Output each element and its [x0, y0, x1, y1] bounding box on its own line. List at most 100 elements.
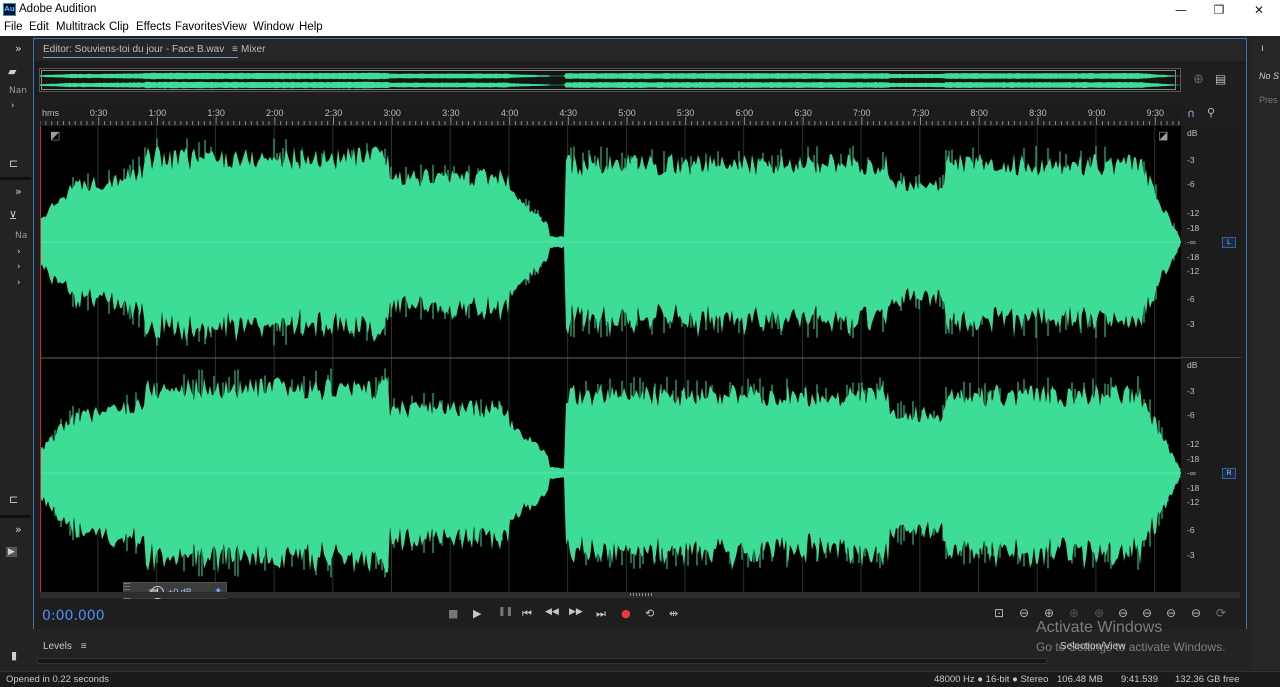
- fade-in-handle-icon[interactable]: ◩: [50, 129, 60, 142]
- menu-clip[interactable]: Clip: [109, 21, 129, 33]
- expand-panel-icon[interactable]: »: [15, 523, 22, 536]
- tab-menu-icon[interactable]: ≡: [232, 44, 238, 55]
- db-tick-label: -12: [1187, 439, 1200, 449]
- no-selection-label: No S: [1259, 71, 1280, 81]
- ruler-label: 2:30: [324, 108, 343, 118]
- zoom-reset-icon[interactable]: ⟳: [1216, 606, 1226, 620]
- menu-favorites[interactable]: Favorites: [175, 21, 222, 33]
- rewind-button[interactable]: ◀◀: [545, 607, 559, 617]
- stop-button[interactable]: ■: [448, 607, 458, 620]
- tab-mixer[interactable]: Mixer: [241, 44, 265, 55]
- panel-collapse-icon[interactable]: ı: [1261, 43, 1264, 54]
- expand-panel-icon[interactable]: »: [15, 42, 22, 55]
- ruler-label: 1:00: [148, 108, 167, 118]
- level-meter: [37, 658, 1047, 664]
- stereo-waveform: [40, 126, 1181, 592]
- go-to-end-button[interactable]: ⏭: [596, 607, 606, 621]
- skip-selection-button[interactable]: ⇹: [669, 607, 678, 620]
- expand-arrow-icon[interactable]: ›: [17, 262, 21, 272]
- overview-toggle-icon[interactable]: ▤: [1215, 72, 1226, 86]
- horizontal-scrollbar[interactable]: [40, 592, 1240, 598]
- waveform-display[interactable]: ◩ ◪: [40, 126, 1181, 592]
- zoom-navigator-icon[interactable]: ⊕: [1193, 72, 1204, 87]
- ruler-label: 0:30: [89, 108, 108, 118]
- zoom-out-amplitude-icon[interactable]: ⊖: [1019, 606, 1029, 620]
- go-to-start-button[interactable]: ⏮: [522, 607, 532, 621]
- record-button[interactable]: ●: [621, 607, 631, 620]
- overview-navigator[interactable]: [39, 68, 1181, 92]
- maximize-button[interactable]: ❐: [1199, 0, 1239, 20]
- expand-arrow-icon[interactable]: ›: [17, 247, 21, 257]
- menu-effects[interactable]: Effects: [136, 21, 171, 33]
- import-icon[interactable]: ⊏: [9, 157, 18, 170]
- zoom-full-icon[interactable]: ⊕: [1094, 606, 1104, 620]
- scroll-grip[interactable]: [630, 593, 652, 596]
- zoom-out-time-icon[interactable]: ⊕: [1069, 606, 1079, 620]
- db-tick-label: -3: [1187, 155, 1195, 165]
- expand-arrow-icon[interactable]: ›: [17, 278, 21, 288]
- menu-edit[interactable]: Edit: [29, 21, 49, 33]
- pause-button[interactable]: ❚❚: [498, 607, 513, 617]
- effects-rack-icon[interactable]: ⊻: [9, 209, 17, 222]
- presets-label: Pres: [1259, 95, 1278, 105]
- ruler-label: 6:30: [794, 108, 812, 118]
- minimize-button[interactable]: —: [1161, 0, 1201, 20]
- zoom-selection-icon[interactable]: ⊖: [1166, 606, 1176, 620]
- ruler-label: 7:00: [853, 108, 871, 118]
- menu-multitrack[interactable]: Multitrack: [56, 21, 105, 33]
- channel-divider: [1181, 357, 1241, 358]
- activation-watermark-subtitle: Go to Settings to activate Windows.: [1036, 640, 1226, 654]
- audition-app-icon: Au: [3, 3, 16, 16]
- overview-view-range[interactable]: [41, 70, 1176, 90]
- ruler-label: 5:00: [618, 108, 636, 118]
- right-channel-badge[interactable]: R: [1222, 468, 1236, 479]
- marker-icon[interactable]: ⚲: [1207, 106, 1215, 119]
- zoom-in-time-icon[interactable]: ⊕: [1044, 606, 1054, 620]
- window-title: Adobe Audition: [19, 3, 97, 15]
- expand-arrow-icon[interactable]: ›: [11, 101, 15, 111]
- amplitude-scale: dB -3 -6 -12 -18 -∞ -18 -12 -6 -3 L dB -…: [1181, 126, 1241, 592]
- db-tick-label: -6: [1187, 179, 1195, 189]
- menu-view[interactable]: View: [222, 21, 247, 33]
- zoom-out-point-icon[interactable]: ⊖: [1142, 606, 1152, 620]
- levels-menu-icon[interactable]: ≡: [81, 641, 87, 652]
- db-tick-label: -6: [1187, 525, 1195, 535]
- menu-help[interactable]: Help: [299, 21, 323, 33]
- effects-panel-label: Na: [15, 231, 28, 241]
- disk-free: 132.36 GB free: [1175, 674, 1240, 685]
- ruler-label: 2:00: [266, 108, 284, 118]
- menu-window[interactable]: Window: [253, 21, 294, 33]
- import-icon[interactable]: ⊏: [9, 493, 18, 506]
- zoom-playhead-icon[interactable]: ⊖: [1191, 606, 1201, 620]
- headphones-icon[interactable]: ∩: [1187, 107, 1195, 120]
- menu-file[interactable]: File: [4, 21, 23, 33]
- expand-panel-icon[interactable]: »: [15, 185, 22, 198]
- db-tick-label: -3: [1187, 550, 1195, 560]
- db-tick-label: -3: [1187, 386, 1195, 396]
- db-unit-label: dB: [1187, 360, 1198, 370]
- left-channel-badge[interactable]: L: [1222, 237, 1236, 248]
- timeline-ruler[interactable]: hms 0:30 1:00 1:30 2:00 2:30 3:00 3:30 4:00 4:30 5…: [39, 105, 1209, 125]
- zoom-in-point-icon[interactable]: ⊖: [1118, 606, 1128, 620]
- db-tick-label: -3: [1187, 319, 1195, 329]
- tab-editor[interactable]: Editor: Souviens-toi du jour - Face B.wa…: [43, 44, 238, 58]
- tab-levels[interactable]: Levels ≡: [43, 641, 87, 652]
- zoom-in-amplitude-icon[interactable]: ⊡: [994, 606, 1004, 620]
- db-tick-label: -18: [1187, 252, 1200, 262]
- db-tick-label: -18: [1187, 223, 1200, 233]
- ruler-label: 6:00: [735, 108, 754, 118]
- open-folder-icon[interactable]: ▰: [8, 65, 16, 78]
- waveform-editor-panel: Editor: Souviens-toi du jour - Face B.wa…: [33, 38, 1247, 629]
- editor-tab-bar: Editor: Souviens-toi du jour - Face B.wa…: [34, 39, 1246, 61]
- play-icon[interactable]: ▶: [6, 547, 17, 557]
- fade-out-handle-icon[interactable]: ◪: [1158, 129, 1168, 142]
- close-button[interactable]: ✕: [1239, 0, 1279, 20]
- play-button[interactable]: ▶: [473, 607, 481, 620]
- file-size: 106.48 MB: [1057, 674, 1103, 685]
- fast-forward-button[interactable]: ▶▶: [569, 607, 583, 617]
- panel-divider: [0, 515, 31, 518]
- loop-playback-button[interactable]: ⟲: [645, 607, 654, 620]
- right-panel-strip: ı No S Pres: [1253, 37, 1280, 670]
- trash-icon[interactable]: ▮: [11, 649, 17, 662]
- current-time-display[interactable]: 0:00.000: [42, 608, 105, 624]
